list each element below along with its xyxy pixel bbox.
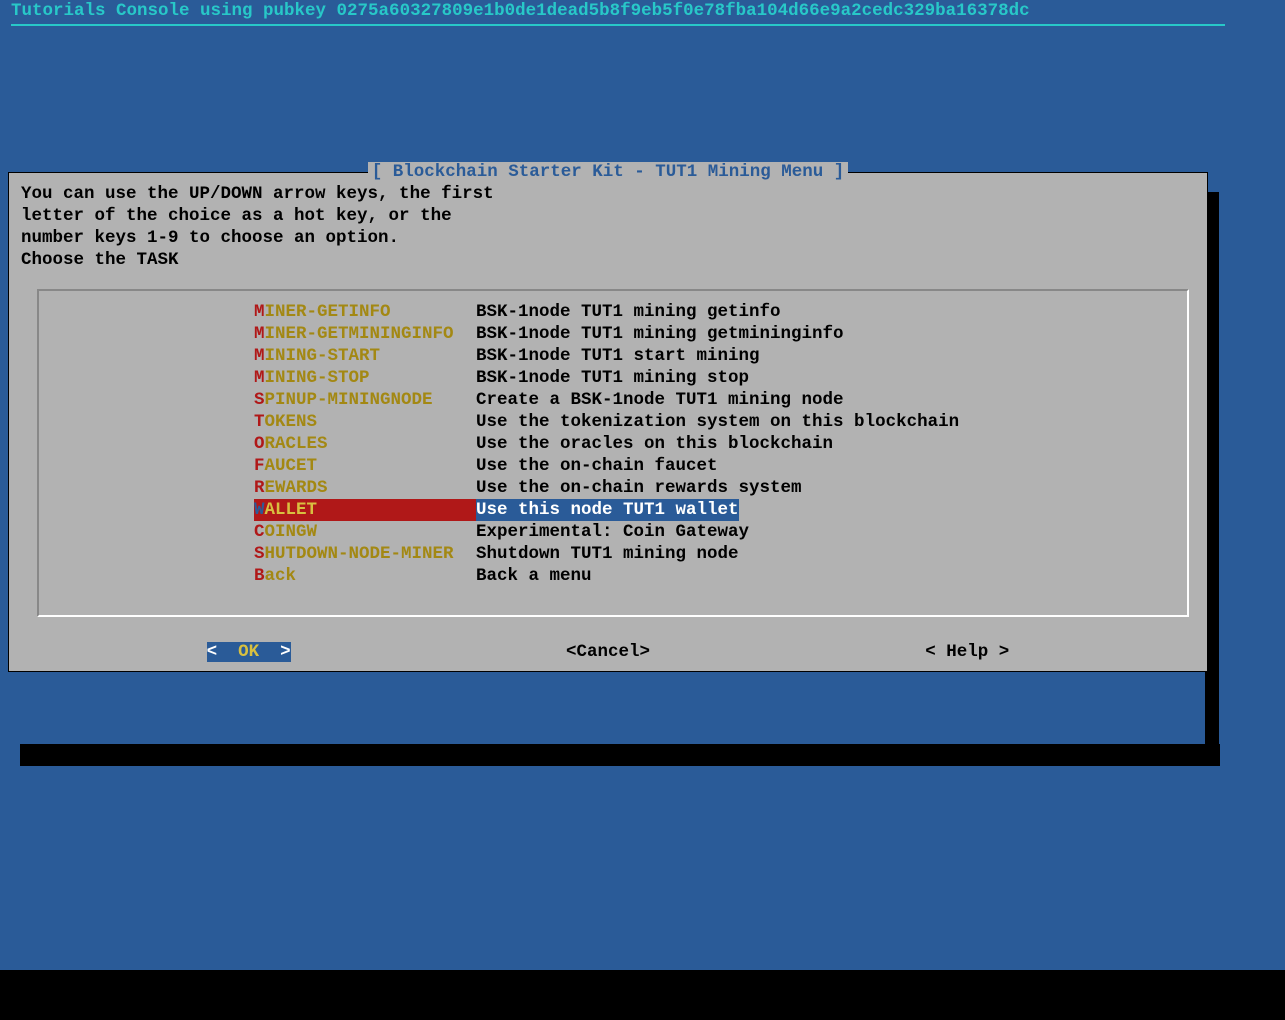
menu-item-back[interactable]: BackBack a menu [39, 565, 1187, 587]
dialog-shadow-bottom [20, 744, 1220, 766]
menu-item-key: MINER-GETINFO [254, 301, 476, 323]
menu-item-key: MINING-START [254, 345, 476, 367]
button-bar: < OK > <Cancel> < Help > [9, 625, 1207, 671]
menu-item-desc: BSK-1node TUT1 mining stop [476, 367, 749, 389]
menu-item-desc: Create a BSK-1node TUT1 mining node [476, 389, 844, 411]
menu-item-miner-getinfo[interactable]: MINER-GETINFOBSK-1node TUT1 mining getin… [39, 301, 1187, 323]
menu-item-desc: Shutdown TUT1 mining node [476, 543, 739, 565]
menu-item-key: FAUCET [254, 455, 476, 477]
background-area [11, 30, 1285, 170]
menu-item-wallet[interactable]: WALLETUse this node TUT1 wallet [39, 499, 1187, 521]
menu-item-key: SHUTDOWN-NODE-MINER [254, 543, 476, 565]
menu-item-mining-start[interactable]: MINING-STARTBSK-1node TUT1 start mining [39, 345, 1187, 367]
menu-item-desc: Back a menu [476, 565, 592, 587]
menu-item-desc: Use the on-chain faucet [476, 455, 718, 477]
menu-item-mining-stop[interactable]: MINING-STOPBSK-1node TUT1 mining stop [39, 367, 1187, 389]
menu-item-key: REWARDS [254, 477, 476, 499]
menu-item-key: COINGW [254, 521, 476, 543]
menu-item-key: ORACLES [254, 433, 476, 455]
menu-item-tokens[interactable]: TOKENSUse the tokenization system on thi… [39, 411, 1187, 433]
menu-item-key: WALLET [254, 499, 476, 521]
ok-button[interactable]: < OK > [207, 641, 291, 663]
cancel-button[interactable]: <Cancel> [566, 641, 650, 663]
menu-item-key: MINER-GETMININGINFO [254, 323, 476, 345]
menu-item-rewards[interactable]: REWARDSUse the on-chain rewards system [39, 477, 1187, 499]
menu-item-miner-getmininginfo[interactable]: MINER-GETMININGINFOBSK-1node TUT1 mining… [39, 323, 1187, 345]
menu-item-faucet[interactable]: FAUCETUse the on-chain faucet [39, 455, 1187, 477]
menu-item-coingw[interactable]: COINGWExperimental: Coin Gateway [39, 521, 1187, 543]
menu-item-shutdown-node-miner[interactable]: SHUTDOWN-NODE-MINERShutdown TUT1 mining … [39, 543, 1187, 565]
dialog-instructions: You can use the UP/DOWN arrow keys, the … [9, 183, 1207, 271]
menu-item-key: TOKENS [254, 411, 476, 433]
menu-item-desc: Use the tokenization system on this bloc… [476, 411, 959, 433]
menu-item-key: MINING-STOP [254, 367, 476, 389]
menu-item-desc: BSK-1node TUT1 mining getmininginfo [476, 323, 844, 345]
console-header: Tutorials Console using pubkey 0275a6032… [11, 0, 1285, 24]
menu-item-oracles[interactable]: ORACLESUse the oracles on this blockchai… [39, 433, 1187, 455]
menu-item-desc: BSK-1node TUT1 mining getinfo [476, 301, 781, 323]
menu-item-desc: BSK-1node TUT1 start mining [476, 345, 760, 367]
menu-list[interactable]: MINER-GETINFOBSK-1node TUT1 mining getin… [37, 289, 1189, 617]
dialog-box: [ Blockchain Starter Kit - TUT1 Mining M… [8, 172, 1208, 672]
menu-item-key: Back [254, 565, 476, 587]
menu-item-desc: Experimental: Coin Gateway [476, 521, 749, 543]
help-button[interactable]: < Help > [925, 641, 1009, 663]
menu-item-desc: Use this node TUT1 wallet [476, 499, 739, 521]
menu-item-desc: Use the oracles on this blockchain [476, 433, 833, 455]
dialog-title: [ Blockchain Starter Kit - TUT1 Mining M… [9, 161, 1207, 183]
menu-item-spinup-miningnode[interactable]: SPINUP-MININGNODECreate a BSK-1node TUT1… [39, 389, 1187, 411]
menu-item-desc: Use the on-chain rewards system [476, 477, 802, 499]
header-underline [11, 24, 1225, 26]
menu-item-key: SPINUP-MININGNODE [254, 389, 476, 411]
